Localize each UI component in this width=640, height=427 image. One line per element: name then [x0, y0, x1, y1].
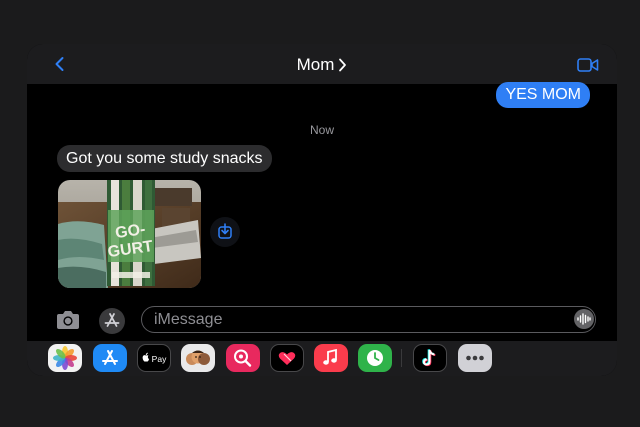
app-more[interactable] [458, 344, 492, 372]
digital-touch-icon [278, 352, 296, 365]
memoji-icon [186, 350, 210, 365]
download-icon [218, 223, 232, 239]
conversation-header: Mom [27, 44, 617, 84]
message-input[interactable] [141, 306, 596, 333]
app-app-store[interactable] [93, 344, 127, 372]
video-camera-icon[interactable] [577, 57, 599, 73]
contact-name: Mom [296, 55, 335, 74]
app-digital-touch[interactable] [270, 344, 304, 372]
sent-message-bubble[interactable]: YES MOM [496, 82, 590, 108]
activity-icon [367, 350, 383, 366]
app-store-icon[interactable] [98, 307, 126, 335]
messages-window: Mom YES MOM Now Got you some study snack… [27, 44, 617, 376]
received-message-bubble[interactable]: Got you some study snacks [57, 145, 272, 172]
drawer-divider [401, 349, 402, 367]
app-music[interactable] [314, 344, 348, 372]
app-activity[interactable] [358, 344, 392, 372]
message-timestamp: Now [309, 123, 334, 137]
received-photo[interactable]: GO- GURT [58, 180, 201, 288]
app-memoji[interactable] [181, 344, 215, 372]
app-drawer: Pay [27, 341, 617, 376]
audio-message-icon[interactable] [573, 308, 595, 330]
app-search-images[interactable] [226, 344, 260, 372]
app-apple-pay[interactable]: Pay [137, 344, 171, 372]
compose-bar [27, 300, 617, 338]
more-icon [466, 355, 484, 361]
search-images-icon [234, 349, 252, 367]
photo-image: GO- GURT [58, 180, 201, 288]
camera-icon[interactable] [55, 309, 81, 331]
app-photos[interactable] [48, 344, 82, 372]
save-photo-button[interactable] [210, 217, 240, 247]
app-tiktok[interactable] [413, 344, 447, 372]
photos-icon [53, 346, 77, 370]
contact-name-button[interactable]: Mom [27, 55, 617, 75]
music-icon [323, 348, 337, 365]
apple-pay-icon: Pay [142, 352, 167, 364]
tiktok-icon [422, 349, 436, 367]
apple-pay-label: Pay [152, 354, 167, 364]
app-store-icon [102, 350, 118, 365]
chevron-right-icon [339, 58, 347, 72]
